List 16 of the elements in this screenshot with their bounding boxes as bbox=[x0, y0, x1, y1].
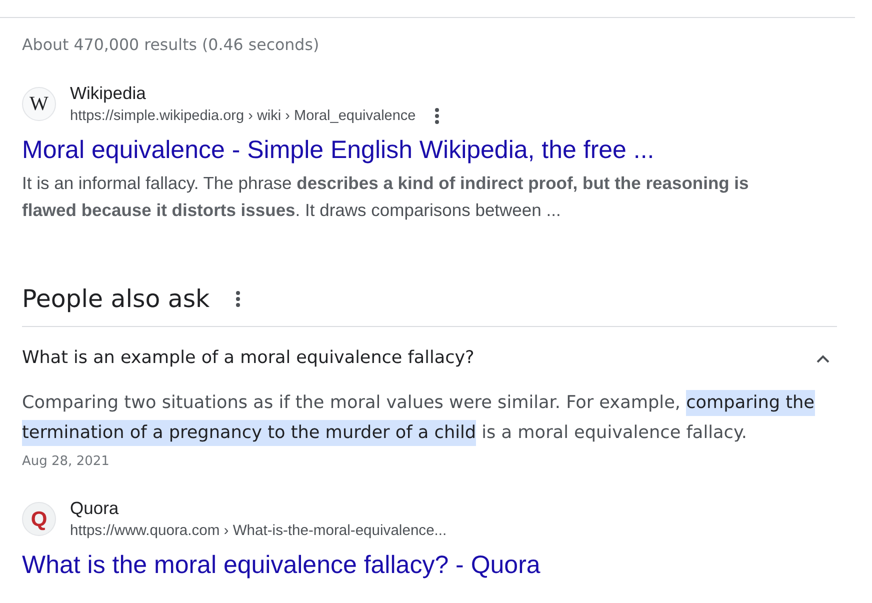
logo-icon: Q bbox=[22, 502, 56, 536]
more-icon[interactable] bbox=[236, 291, 240, 307]
logo-icon: W bbox=[22, 87, 56, 121]
results-count: About 470,000 results (0.46 seconds) bbox=[22, 35, 320, 55]
question-text[interactable]: What is an example of a moral equivalence fallacy? bbox=[22, 346, 474, 370]
section-heading: People also ask bbox=[22, 284, 210, 314]
answer-date: Aug 28, 2021 bbox=[22, 453, 110, 471]
breadcrumb-url: https://simple.wikipedia.org › wiki › Moral_equivalence bbox=[70, 107, 416, 126]
result-title-link[interactable]: Moral equivalence - Simple English Wikipedia, the free ... bbox=[22, 135, 654, 165]
site-name: Quora bbox=[70, 497, 120, 519]
result-title-link[interactable]: What is the moral equivalence fallacy? - Quora bbox=[22, 550, 540, 580]
more-icon[interactable] bbox=[434, 108, 439, 124]
site-name: Wikipedia bbox=[70, 82, 147, 104]
chevron-up-icon[interactable] bbox=[816, 354, 830, 362]
result-snippet: It is an informal fallacy. The phrase describes a kind of indirect proof, but the reasoning is flawed because it distorts issues. It draws comparisons between ... bbox=[22, 172, 750, 222]
breadcrumb-url: https://www.quora.com › What-is-the-moral-equivalence... bbox=[70, 522, 447, 541]
